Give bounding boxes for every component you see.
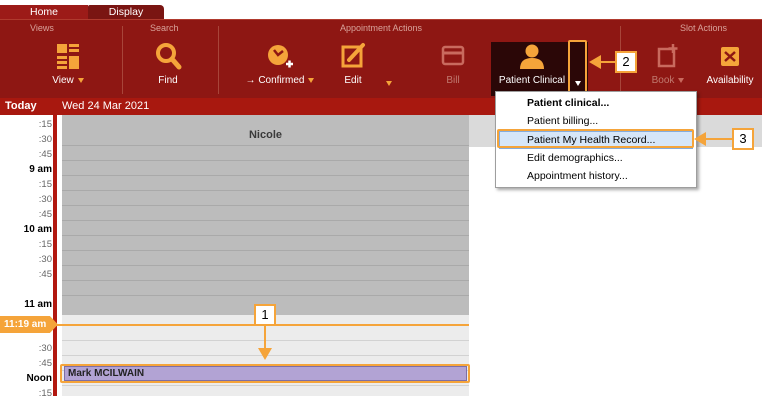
edit-button[interactable]: Edit — [338, 40, 368, 96]
clock-check-icon — [268, 45, 293, 68]
search-icon — [156, 43, 182, 70]
group-label-slot-actions: Slot Actions — [680, 23, 728, 33]
grid-line — [62, 280, 469, 281]
grid-line — [62, 145, 469, 146]
time-slot: :45 — [38, 358, 52, 369]
ribbon: Views Search Appointment Actions Slot Ac… — [0, 19, 762, 98]
grid-line — [62, 205, 469, 206]
grid-line — [62, 235, 469, 236]
book-button[interactable]: Book — [646, 40, 690, 96]
time-slot: :45 — [38, 149, 52, 160]
provider-column-header: Nicole — [248, 129, 282, 141]
patient-clinical-button[interactable]: Patient Clinical — [494, 40, 570, 96]
time-slot-hour: 9 am — [29, 164, 52, 175]
menu-item-highlight — [497, 129, 694, 148]
edit-dropdown-button[interactable] — [382, 40, 396, 96]
time-column: :15 :30 :45 9 am :15 :30 :45 10 am :15 :… — [0, 115, 56, 396]
edit-pencil-icon — [341, 43, 365, 68]
grid-line — [62, 385, 469, 386]
patient-clinical-dropdown-highlight — [568, 40, 587, 97]
ribbon-separator — [122, 26, 123, 94]
edit-button-label: Edit — [344, 75, 362, 86]
time-slot-hour: 10 am — [23, 224, 52, 235]
view-grid-icon — [57, 44, 79, 69]
find-button-label: Find — [158, 75, 178, 86]
time-slot: :45 — [38, 209, 52, 220]
today-button[interactable]: Today — [5, 98, 37, 115]
chevron-down-icon — [77, 77, 84, 83]
grid-line — [62, 250, 469, 251]
view-button[interactable]: View — [44, 40, 92, 96]
group-label-search: Search — [150, 23, 179, 33]
time-slot: :15 — [38, 119, 52, 130]
tab-display[interactable]: Display — [88, 5, 164, 19]
confirmed-button[interactable]: → Confirmed — [238, 40, 322, 96]
time-slot-hour: 11 am — [24, 299, 52, 310]
ribbon-separator — [218, 26, 219, 94]
callout-3: 3 — [732, 128, 754, 150]
chevron-down-icon — [308, 77, 315, 83]
callout-1: 1 — [254, 304, 276, 326]
grid-line — [62, 265, 469, 266]
group-label-views: Views — [30, 23, 54, 33]
patient-clinical-button-label: Patient Clinical — [498, 75, 566, 86]
card-icon — [441, 45, 465, 66]
time-slot: :30 — [38, 343, 52, 354]
grid-line — [62, 190, 469, 191]
availability-button[interactable]: Availability — [702, 40, 758, 96]
callout-connector — [704, 138, 732, 140]
person-icon — [520, 44, 544, 69]
time-slot: :45 — [38, 269, 52, 280]
bill-button[interactable]: Bill — [436, 40, 470, 96]
menu-item-appointment-history[interactable]: Appointment history... — [499, 167, 693, 185]
arrow-down-icon — [258, 348, 272, 360]
view-button-label: View — [52, 75, 74, 86]
appointment-highlight — [60, 364, 470, 383]
callout-connector — [599, 61, 615, 63]
chevron-down-icon — [386, 80, 392, 86]
time-slot: :15 — [38, 388, 52, 396]
calendar-add-icon — [657, 44, 678, 68]
menu-item-edit-demographics[interactable]: Edit demographics... — [499, 149, 693, 167]
bill-button-label: Bill — [446, 75, 460, 86]
book-button-label: Book — [651, 75, 675, 86]
availability-button-label: Availability — [706, 75, 754, 86]
confirmed-button-label: → Confirmed — [245, 75, 305, 86]
find-button[interactable]: Find — [148, 40, 188, 96]
grid-line — [62, 220, 469, 221]
time-slot-hour: Noon — [26, 373, 52, 384]
time-slot: :15 — [38, 239, 52, 250]
current-date: Wed 24 Mar 2021 — [62, 100, 150, 112]
grid-line — [62, 295, 469, 296]
current-time-badge: 11:19 am — [0, 316, 58, 333]
menu-item-patient-billing[interactable]: Patient billing... — [499, 112, 693, 130]
menu-item-patient-clinical[interactable]: Patient clinical... — [499, 94, 693, 112]
time-slot: :15 — [38, 179, 52, 190]
grid-line — [62, 175, 469, 176]
chevron-down-icon — [678, 77, 685, 83]
group-label-appointment-actions: Appointment Actions — [340, 23, 423, 33]
availability-calendar-icon — [721, 47, 739, 66]
tab-bar: Home Display — [0, 0, 762, 19]
callout-2: 2 — [615, 51, 637, 73]
time-column-divider — [53, 115, 57, 396]
time-slot: :30 — [38, 194, 52, 205]
time-slot: :30 — [38, 134, 52, 145]
time-slot: :30 — [38, 254, 52, 265]
tab-home[interactable]: Home — [0, 5, 88, 19]
grid-line — [62, 160, 469, 161]
